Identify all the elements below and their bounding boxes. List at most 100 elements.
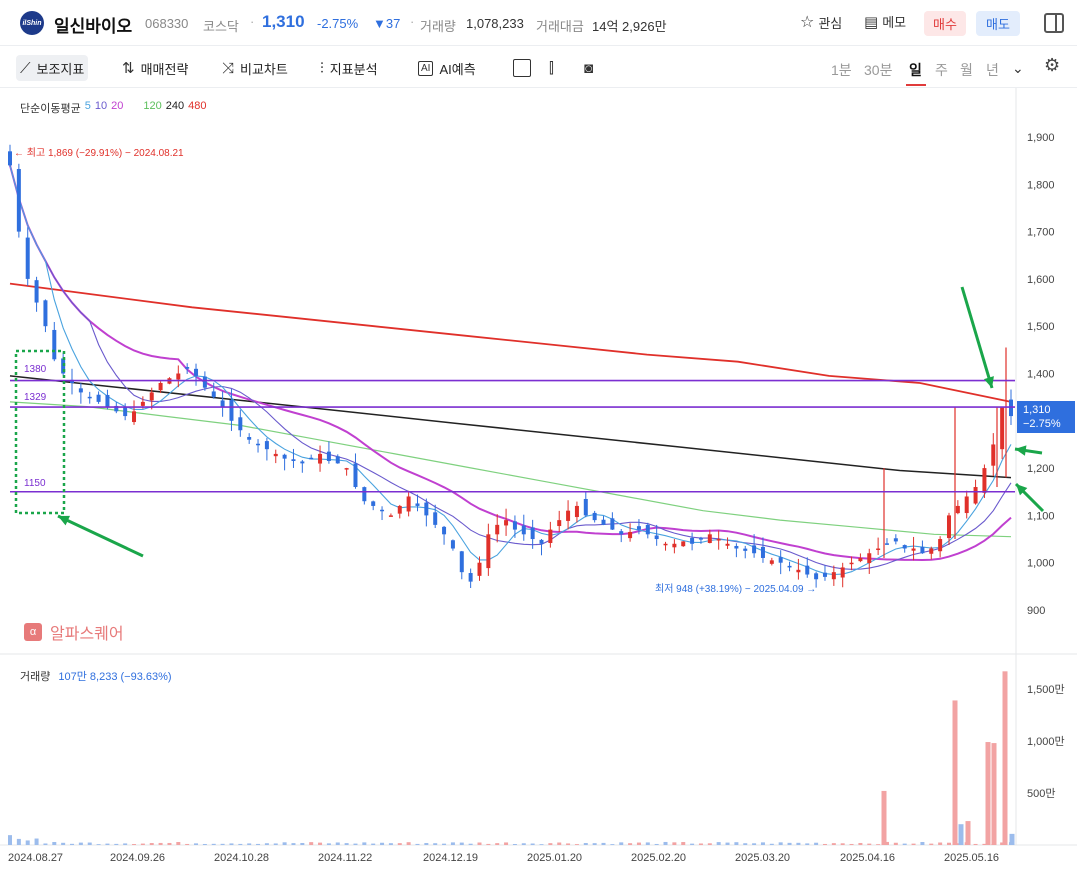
volume-bar — [902, 843, 907, 845]
candle-body — [442, 526, 447, 535]
candle-body — [645, 524, 650, 535]
candle-body — [25, 237, 30, 279]
candle-body — [663, 543, 668, 546]
volume-bar — [256, 843, 261, 845]
candle-body — [300, 461, 305, 464]
low-annotation: 최저 948 (+38.19%) − 2025.04.09 → — [655, 583, 816, 595]
candle-body — [929, 548, 934, 554]
candle-body — [557, 520, 562, 527]
volume-bar — [539, 844, 544, 845]
x-tick-label: 2024.10.28 — [214, 852, 269, 864]
candle-body — [318, 453, 323, 464]
candle-body — [654, 535, 659, 540]
volume-bar — [645, 842, 650, 845]
volume-bar — [574, 844, 579, 845]
volume-bar — [743, 843, 748, 845]
candle-body — [911, 548, 916, 551]
candle-body — [247, 437, 252, 440]
volume-bar — [149, 843, 154, 845]
candle-body — [415, 503, 420, 506]
volume-bar — [300, 842, 305, 845]
volume-bar — [132, 844, 137, 845]
candle-body — [902, 545, 907, 549]
level-1150-label: 1150 — [24, 478, 46, 489]
volume-bar — [1009, 833, 1015, 845]
level-1329-label: 1329 — [24, 392, 47, 403]
volume-bar — [96, 844, 101, 845]
volume-bar — [52, 841, 57, 845]
candle-body — [282, 454, 287, 459]
volume-bar — [318, 842, 323, 845]
ma120-line — [9, 401, 1012, 538]
candle-body — [884, 543, 889, 545]
volume-bar — [881, 790, 887, 845]
volume-legend-label: 거래량 — [20, 671, 51, 683]
candle-body — [716, 539, 721, 541]
candle-body — [158, 382, 163, 391]
price-chart[interactable]: 1,9001,8001,7001,6001,5001,4001,3001,200… — [0, 0, 1077, 869]
candle-body — [468, 573, 473, 582]
volume-bar — [566, 843, 571, 845]
candle-body — [539, 539, 544, 544]
volume-bar — [344, 843, 349, 845]
candle-body — [388, 515, 393, 517]
green-arrow-top — [960, 286, 994, 389]
volume-bar — [388, 843, 393, 845]
candle-body — [34, 280, 39, 303]
y-axis: 1,9001,8001,7001,6001,5001,4001,3001,200… — [1027, 132, 1055, 617]
candle-body — [504, 520, 509, 526]
volume-bar — [61, 842, 66, 845]
candle-body — [787, 565, 792, 568]
volume-bar — [158, 842, 163, 845]
volume-bar — [946, 842, 951, 845]
candle-body — [1000, 406, 1005, 450]
moving-averages — [9, 165, 1012, 576]
candle-body — [583, 498, 588, 516]
candle-body — [229, 399, 234, 421]
volume-bar — [610, 844, 615, 845]
volume-bar — [25, 840, 30, 845]
candle-body — [628, 531, 633, 539]
volume-bar — [433, 843, 438, 845]
volume-bar — [495, 843, 500, 845]
volume-bar — [1002, 671, 1008, 845]
volume-bar — [698, 843, 703, 845]
alphasquare-logo-icon: α — [24, 623, 42, 641]
volume-bar — [34, 838, 39, 845]
volume-bar — [335, 842, 340, 845]
candle-body — [610, 518, 615, 530]
candle-body — [707, 534, 712, 543]
volume-bar — [973, 843, 978, 845]
candle-body — [353, 463, 358, 488]
volume-bar — [8, 835, 12, 845]
candle-body — [814, 573, 819, 580]
candle-body — [690, 537, 695, 544]
volume-bar — [548, 843, 553, 845]
candle-body — [743, 548, 748, 551]
volume-legend-value: 107만 8,233 (−93.63%) — [58, 671, 172, 683]
candle-body — [530, 527, 535, 540]
x-tick-label: 2025.01.20 — [527, 852, 582, 864]
volume-bar — [734, 842, 739, 845]
watermark-text: 알파스퀘어 — [50, 626, 124, 643]
candle-body — [831, 572, 836, 580]
volume-bar — [380, 842, 385, 845]
volume-bar — [512, 844, 517, 845]
green-arrow-left — [57, 514, 144, 558]
candle-body — [211, 391, 216, 398]
volume-bar — [663, 841, 668, 845]
volume-y-axis: 1,500만 1,000만 500만 — [1027, 683, 1065, 800]
volume-bar — [867, 843, 872, 845]
candle-body — [636, 526, 641, 530]
volume-bar — [229, 843, 234, 845]
y-tick-label: 900 — [1027, 605, 1045, 617]
volume-bar — [822, 843, 827, 845]
candle-body — [619, 531, 624, 535]
volume-bar — [326, 843, 331, 845]
candle-body — [43, 300, 48, 327]
volume-bar — [105, 843, 110, 845]
volume-bar — [929, 843, 934, 845]
volume-bar — [220, 843, 225, 845]
candle-body — [672, 543, 677, 548]
candle-body — [946, 515, 951, 539]
